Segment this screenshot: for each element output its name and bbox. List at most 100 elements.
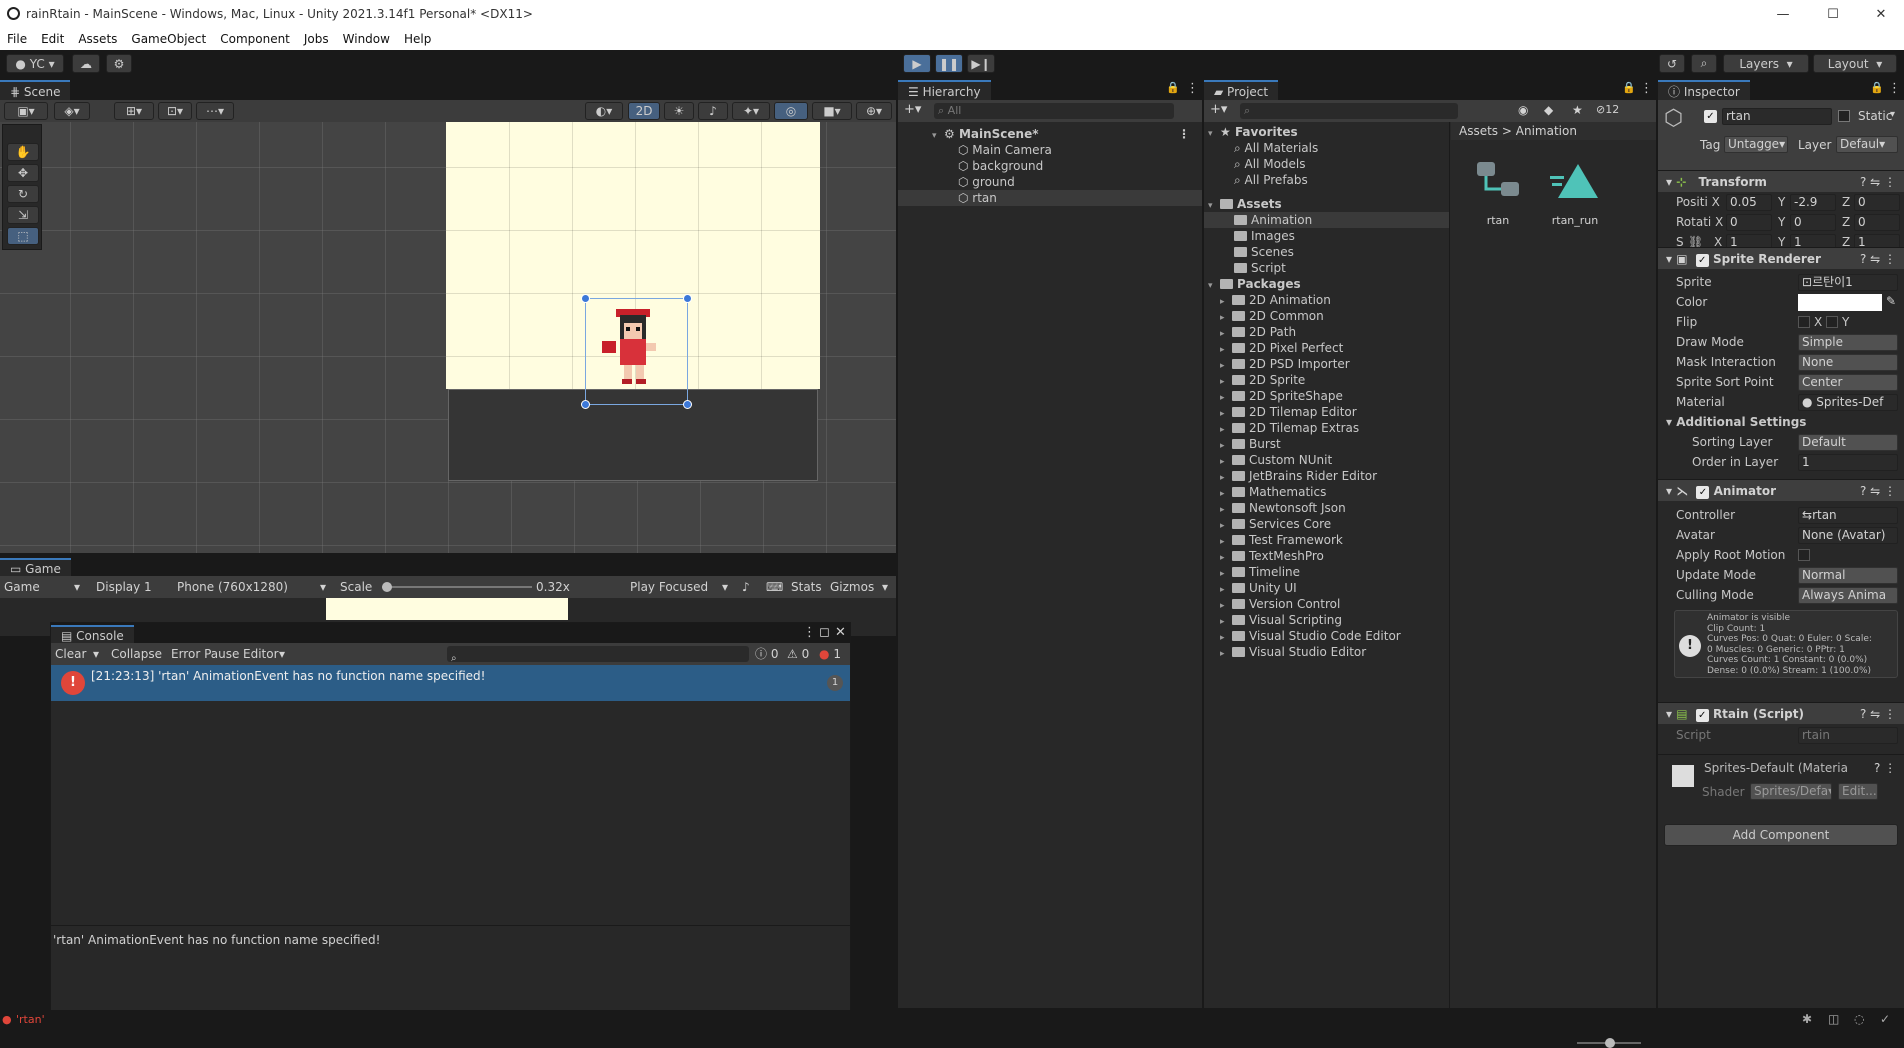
info-count[interactable]: ⓘ 0 xyxy=(755,643,778,665)
more-icon[interactable]: ⋮ xyxy=(1178,126,1190,142)
asset-folder[interactable]: Script xyxy=(1204,260,1449,276)
debug-icon[interactable]: ✱ xyxy=(1802,1012,1812,1026)
layers-dropdown[interactable]: Layers ▾ xyxy=(1723,54,1809,73)
component-menu-icon[interactable]: ? ⇋ ⋮ xyxy=(1860,171,1896,193)
grid-icon[interactable]: ⊡▾ xyxy=(158,102,192,120)
component-menu-icon[interactable]: ? ⇋ ⋮ xyxy=(1860,248,1896,270)
lock-icon[interactable]: 🔒 xyxy=(1870,81,1884,94)
add-icon[interactable]: +▾ xyxy=(1210,102,1227,117)
more-icon[interactable]: ⋮ xyxy=(1640,81,1653,96)
hand-tool-icon[interactable]: ✋ xyxy=(7,143,39,161)
tab-scene[interactable]: ⋕ Scene xyxy=(0,80,71,100)
search-by-label-icon[interactable]: ◆ xyxy=(1544,103,1553,117)
search-by-type-icon[interactable]: ◉ xyxy=(1518,103,1528,117)
package-folder[interactable]: ▸ 2D Animation xyxy=(1204,292,1449,308)
favorites-header[interactable]: ▾ ★ Favorites xyxy=(1204,124,1449,140)
warning-count[interactable]: ⚠ 0 xyxy=(787,643,809,665)
component-menu-icon[interactable]: ? ⋮ xyxy=(1874,761,1896,775)
menu-window[interactable]: Window xyxy=(336,32,397,46)
animator-enabled[interactable]: ✓ xyxy=(1696,486,1710,499)
clear-button[interactable]: Clear xyxy=(55,643,86,665)
hierarchy-item[interactable]: ⬡ ground xyxy=(898,174,1202,190)
package-folder[interactable]: ▸ Test Framework xyxy=(1204,532,1449,548)
asset-folder[interactable]: Images xyxy=(1204,228,1449,244)
animator-header[interactable]: ▾ ⋋ ✓ Animator? ⇋ ⋮ xyxy=(1658,479,1904,501)
menu-edit[interactable]: Edit xyxy=(34,32,71,46)
package-folder[interactable]: ▸ Visual Studio Editor xyxy=(1204,644,1449,660)
grid-snap-icon[interactable]: ⊞▾ xyxy=(114,102,154,120)
sort-point-dropdown[interactable]: Center xyxy=(1798,374,1898,391)
additional-settings-foldout[interactable]: ▾ Additional Settings xyxy=(1666,415,1806,429)
position-x[interactable]: 0.05 xyxy=(1726,194,1772,211)
package-folder[interactable]: ▸ 2D Tilemap Editor xyxy=(1204,404,1449,420)
maximize-icon[interactable]: ◻ xyxy=(819,625,830,640)
check-icon[interactable]: ✓ xyxy=(1880,1012,1890,1026)
favorite-item[interactable]: ⌕ All Models xyxy=(1204,156,1449,172)
package-folder[interactable]: ▸ Version Control xyxy=(1204,596,1449,612)
mute-icon[interactable]: ♪ xyxy=(742,576,750,598)
add-icon[interactable]: +▾ xyxy=(904,102,921,117)
favorite-item[interactable]: ⌕ All Prefabs xyxy=(1204,172,1449,188)
position-y[interactable]: -2.9 xyxy=(1790,194,1836,211)
stats-button[interactable]: Stats xyxy=(791,576,822,598)
account-dropdown[interactable]: ● YC ▾ xyxy=(6,54,64,73)
script-header[interactable]: ▾ ▤ ✓ Rtain (Script)? ⇋ ⋮ xyxy=(1658,702,1904,724)
package-folder[interactable]: ▸ Timeline xyxy=(1204,564,1449,580)
object-name-field[interactable]: rtan xyxy=(1722,108,1832,125)
package-folder[interactable]: ▸ Visual Studio Code Editor xyxy=(1204,628,1449,644)
flip-y-checkbox[interactable] xyxy=(1826,316,1838,328)
package-folder[interactable]: ▸ Mathematics xyxy=(1204,484,1449,500)
breadcrumb-root[interactable]: Assets xyxy=(1459,124,1498,138)
visibility-icon[interactable]: ◎ xyxy=(774,102,808,120)
asset-folder[interactable]: Scenes xyxy=(1204,244,1449,260)
eyedropper-icon[interactable]: ✎ xyxy=(1886,294,1896,308)
edit-shader-button[interactable]: Edit... xyxy=(1838,783,1878,800)
script-enabled[interactable]: ✓ xyxy=(1695,709,1709,722)
cache-icon[interactable]: ◫ xyxy=(1828,1012,1839,1026)
network-icon[interactable]: ◌ xyxy=(1854,1012,1864,1026)
asset-tile[interactable]: rtan xyxy=(1465,158,1531,227)
flip-x-checkbox[interactable] xyxy=(1798,316,1810,328)
breadcrumb-current[interactable]: Animation xyxy=(1516,124,1577,138)
tab-inspector[interactable]: ⓘ Inspector xyxy=(1658,80,1750,100)
sprite-renderer-enabled[interactable]: ✓ xyxy=(1695,254,1709,267)
draw-mode-dropdown[interactable]: Simple xyxy=(1798,334,1898,351)
menu-help[interactable]: Help xyxy=(397,32,438,46)
package-folder[interactable]: ▸ 2D Tilemap Extras xyxy=(1204,420,1449,436)
package-folder[interactable]: ▸ Custom NUnit xyxy=(1204,452,1449,468)
lock-icon[interactable]: 🔒 xyxy=(1622,81,1636,94)
tag-dropdown[interactable]: Untagge▾ xyxy=(1724,136,1788,153)
rotate-tool-icon[interactable]: ↻ xyxy=(7,185,39,203)
console-search-input[interactable]: ⌕ xyxy=(447,646,749,664)
menu-gameobject[interactable]: GameObject xyxy=(124,32,213,46)
avatar-field[interactable]: None (Avatar) xyxy=(1798,527,1898,544)
material-field[interactable]: ● Sprites-Def xyxy=(1798,394,1898,411)
menu-assets[interactable]: Assets xyxy=(71,32,124,46)
package-folder[interactable]: ▸ Services Core xyxy=(1204,516,1449,532)
menu-file[interactable]: File xyxy=(0,32,34,46)
update-mode-dropdown[interactable]: Normal xyxy=(1798,567,1898,584)
gizmos-dropdown[interactable]: Gizmos xyxy=(830,576,874,598)
scale-slider[interactable] xyxy=(382,582,532,592)
package-folder[interactable]: ▸ TextMeshPro xyxy=(1204,548,1449,564)
icon-size-slider[interactable] xyxy=(1577,1038,1641,1048)
rotation-x[interactable]: 0 xyxy=(1726,214,1772,231)
keyboard-icon[interactable]: ⌨ xyxy=(766,576,783,598)
package-folder[interactable]: ▸ Newtonsoft Json xyxy=(1204,500,1449,516)
scale-tool-icon[interactable]: ⇲ xyxy=(7,206,39,224)
hierarchy-item[interactable]: ⬡ Main Camera xyxy=(898,142,1202,158)
package-folder[interactable]: ▸ 2D SpriteShape xyxy=(1204,388,1449,404)
layer-dropdown[interactable]: Defaul▾ xyxy=(1836,136,1898,153)
favorite-item[interactable]: ⌕ All Materials xyxy=(1204,140,1449,156)
color-field[interactable] xyxy=(1798,294,1882,311)
rotation-y[interactable]: 0 xyxy=(1790,214,1836,231)
close-button[interactable]: ✕ xyxy=(1858,0,1904,28)
package-folder[interactable]: ▸ Unity UI xyxy=(1204,580,1449,596)
rotation-z[interactable]: 0 xyxy=(1854,214,1900,231)
error-count[interactable]: ● 1 xyxy=(819,643,841,665)
error-pause-button[interactable]: Error Pause xyxy=(171,643,239,665)
hierarchy-item-selected[interactable]: ⬡ rtan xyxy=(898,190,1202,206)
effects-icon[interactable]: ✦▾ xyxy=(732,102,770,120)
gizmos-icon[interactable]: ⊕▾ xyxy=(856,102,892,120)
console-log-entry[interactable]: ! [21:23:13] 'rtan' AnimationEvent has n… xyxy=(51,665,850,701)
